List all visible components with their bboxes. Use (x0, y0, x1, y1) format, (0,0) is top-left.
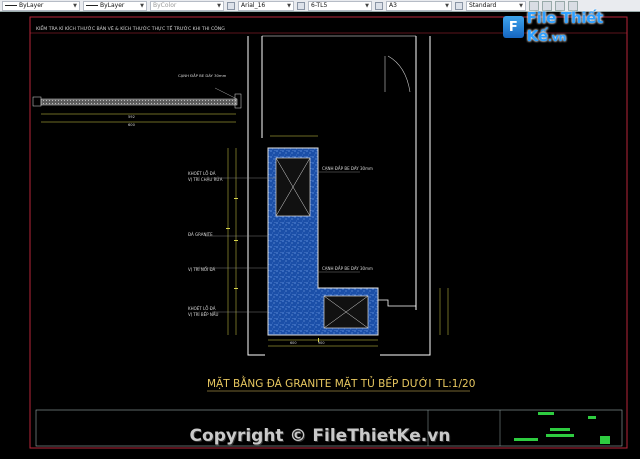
copyright-watermark: Copyright © FileThietKe.vn (189, 426, 451, 446)
drawing-scale: TL:1/20 (435, 378, 475, 390)
drawing-canvas[interactable]: KIỂM TRA KÍ KÍCH THƯỚC BẢN VẼ & KÍCH THƯ… (0, 0, 640, 459)
logo-text: File Thiết Kế.vn (527, 9, 640, 45)
label-edge-mid: CẠNH ĐẮP BE DÀY 30mm (322, 266, 373, 271)
label-edge-top: CẠNH ĐẮP BE DÀY 30mm (322, 166, 373, 171)
section-label: CẠNH ĐẮP BE DÀY 30mm (178, 73, 227, 78)
section-dim-1: 592 (128, 115, 135, 119)
label-sink-cutout-1: KHOÉT LỖ ĐÁ (188, 171, 216, 176)
dim-bottom-1: 600 (290, 341, 296, 345)
section-dim-2: 600 (128, 123, 136, 127)
counter-section-view (32, 87, 242, 123)
label-sink-cutout-2: VỊ TRÍ CHẬU RỬA (188, 177, 223, 182)
logo-domain: .vn (547, 31, 567, 44)
label-hob-cutout-1: KHOÉT LỖ ĐÁ (188, 306, 216, 311)
drawing-title: MẶT BẰNG ĐÁ GRANITE MẶT TỦ BẾP DƯỚI (207, 376, 431, 390)
header-note: KIỂM TRA KÍ KÍCH THƯỚC BẢN VẼ & KÍCH THƯ… (36, 24, 225, 32)
label-hob-cutout-2: VỊ TRÍ BẾP NẤU (188, 311, 219, 317)
logo-badge-icon: F (503, 16, 524, 38)
dim-bottom-2: 900 (318, 341, 324, 345)
filethietke-logo: F File Thiết Kế.vn (503, 9, 640, 45)
label-joint: VỊ TRÍ NỐI ĐÁ (188, 267, 215, 272)
granite-countertop (267, 147, 417, 336)
label-granite: ĐÁ GRANITE (188, 232, 213, 237)
